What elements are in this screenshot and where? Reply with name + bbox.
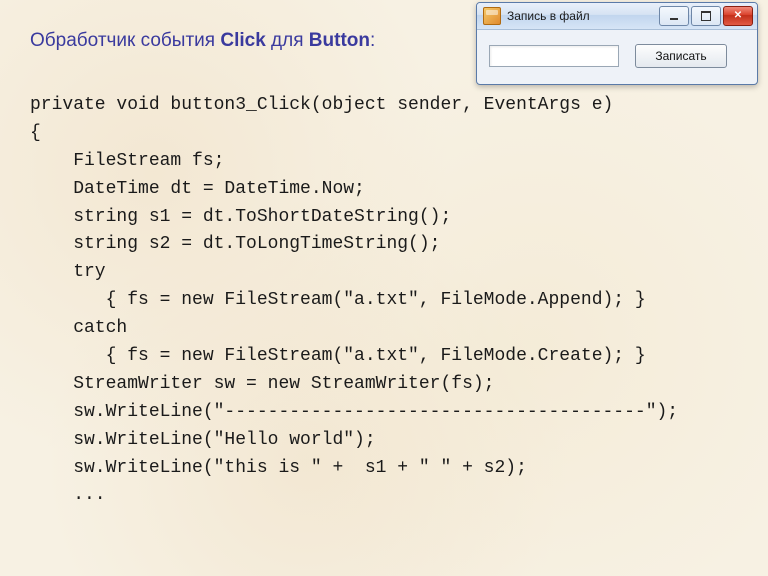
code-block: private void button3_Click(object sender… [30, 92, 678, 510]
heading-button-word: Button [309, 30, 370, 51]
maximize-button[interactable] [691, 6, 721, 26]
app-icon [483, 7, 501, 25]
write-button[interactable]: Записать [635, 44, 727, 68]
close-button[interactable]: ✕ [723, 6, 753, 26]
window-title: Запись в файл [507, 9, 657, 23]
minimize-icon [670, 18, 678, 20]
heading: Обработчик события Click для Button: [30, 30, 375, 52]
window-client-area: Записать [477, 30, 757, 84]
heading-colon: : [370, 30, 375, 51]
close-icon: ✕ [734, 11, 742, 21]
heading-text-1: Обработчик события [30, 30, 220, 51]
minimize-button[interactable] [659, 6, 689, 26]
text-input[interactable] [489, 45, 619, 67]
heading-text-2: для [266, 30, 309, 51]
maximize-icon [701, 11, 711, 21]
window-controls: ✕ [657, 6, 753, 26]
form-window: Запись в файл ✕ Записать [476, 2, 758, 85]
heading-click-word: Click [220, 30, 265, 51]
titlebar[interactable]: Запись в файл ✕ [477, 3, 757, 30]
